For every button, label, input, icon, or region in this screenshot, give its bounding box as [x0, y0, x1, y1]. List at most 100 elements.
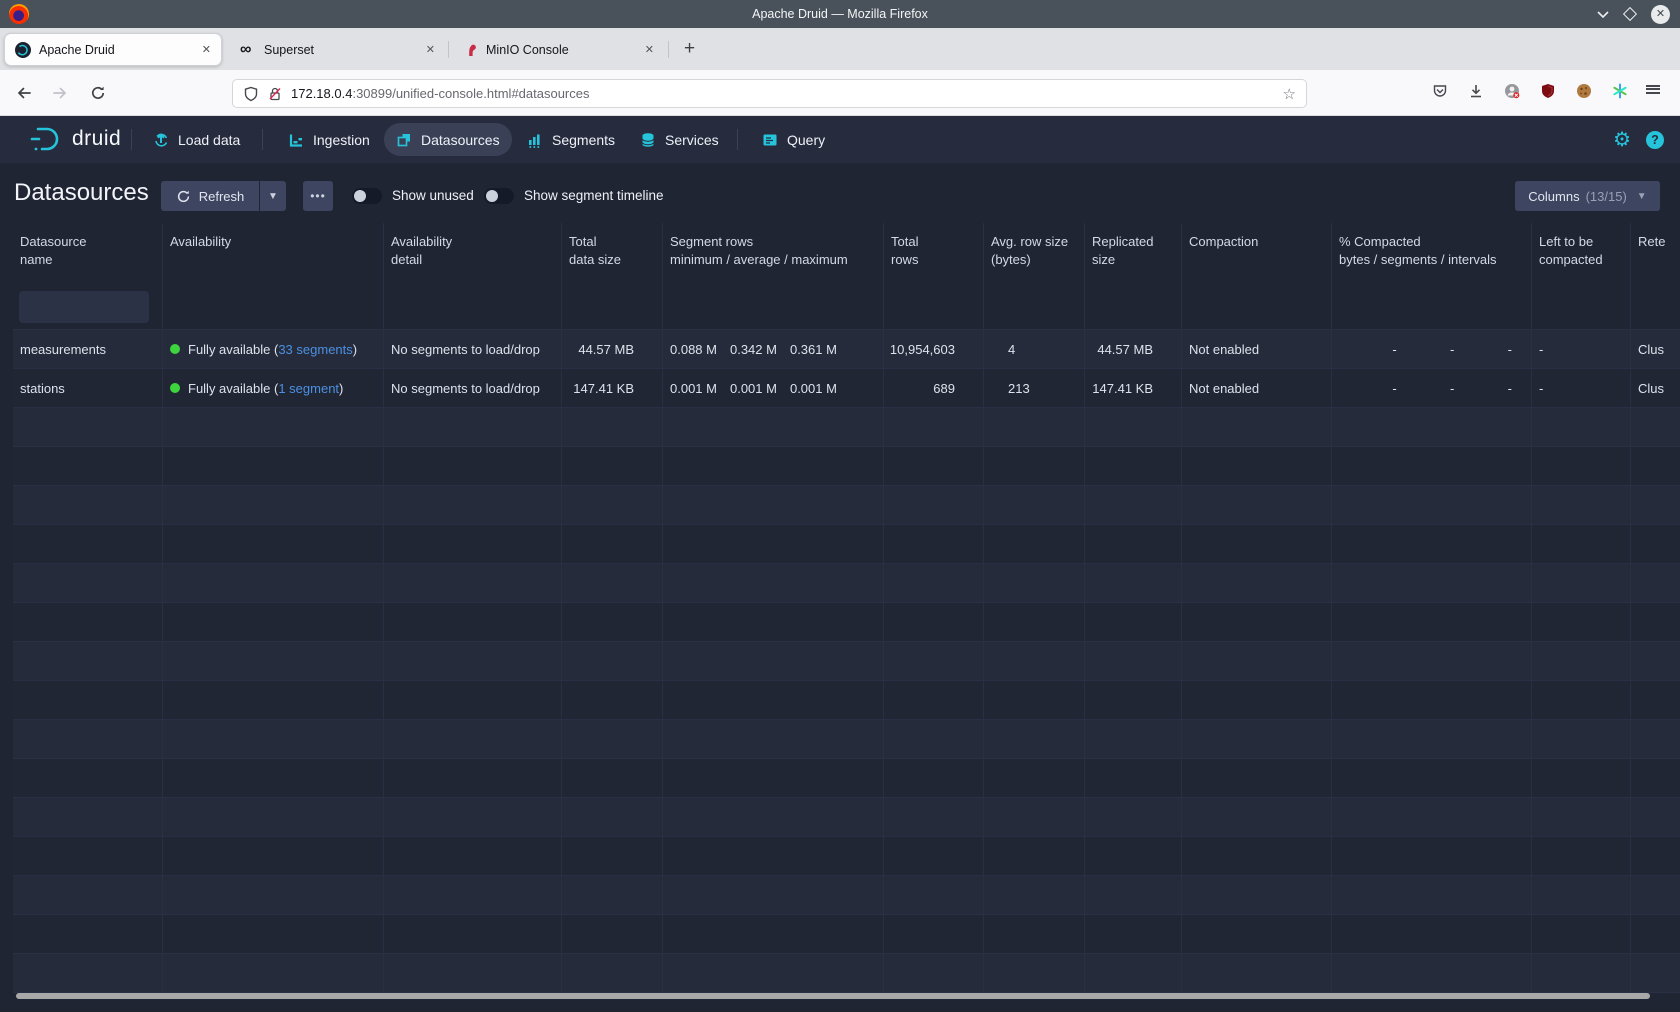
new-tab-button[interactable]: +: [684, 38, 695, 60]
tab-label: Apache Druid: [39, 43, 190, 57]
datasources-icon: [396, 132, 412, 148]
cell-col10: -: [1532, 330, 1631, 369]
filter-cell-3: [562, 286, 663, 330]
downloads-icon[interactable]: [1466, 81, 1486, 101]
table-header-row: DatasourcenameAvailabilityAvailabilityde…: [13, 223, 1680, 286]
column-header-7[interactable]: Replicatedsize: [1085, 223, 1182, 286]
url-bar[interactable]: 172.18.0.4:30899/unified-console.html#da…: [232, 79, 1307, 108]
forward-button[interactable]: [52, 82, 74, 104]
cell-col2: No segments to load/drop: [384, 330, 562, 369]
tab-separator: [448, 41, 449, 58]
pocket-icon[interactable]: [1430, 81, 1450, 101]
cell-col9: ---: [1332, 330, 1532, 369]
load-data-icon: [153, 132, 169, 148]
table-filter-row: [13, 286, 1680, 330]
tab-close-icon[interactable]: ✕: [645, 43, 654, 56]
empty-row: [13, 759, 1680, 798]
nav-item-segments[interactable]: Segments: [515, 123, 627, 156]
tab-minio-console[interactable]: MinIO Console ✕: [452, 33, 664, 66]
datasource-row-measurements[interactable]: measurementsFully available (33 segments…: [13, 330, 1680, 369]
chevron-down-icon: ▼: [1637, 191, 1647, 202]
datasource-row-stations[interactable]: stationsFully available (1 segment)No se…: [13, 369, 1680, 408]
empty-row: [13, 915, 1680, 954]
cell-col8: Not enabled: [1182, 369, 1332, 408]
cell-col10: -: [1532, 369, 1631, 408]
cell-col3: 147.41 KB: [562, 369, 663, 408]
availability-status-dot: [170, 383, 180, 393]
tab-close-icon[interactable]: ✕: [426, 43, 435, 56]
datasources-table: DatasourcenameAvailabilityAvailabilityde…: [13, 223, 1680, 993]
cell-col11: Clus: [1631, 330, 1680, 369]
column-header-4[interactable]: Segment rowsminimum / average / maximum: [663, 223, 884, 286]
tab-superset[interactable]: ∞ Superset ✕: [230, 33, 445, 66]
column-header-2[interactable]: Availabilitydetail: [384, 223, 562, 286]
columns-button[interactable]: Columns (13/15) ▼: [1515, 181, 1660, 211]
reload-button[interactable]: [90, 82, 112, 104]
settings-gear-icon[interactable]: ⚙: [1613, 130, 1631, 150]
nav-item-load-data[interactable]: Load data: [141, 123, 252, 156]
bookmark-star-icon[interactable]: ☆: [1283, 85, 1296, 103]
tab-close-icon[interactable]: ✕: [202, 43, 211, 56]
ublock-icon[interactable]: [1538, 81, 1558, 101]
help-icon[interactable]: ?: [1646, 131, 1664, 149]
column-header-1[interactable]: Availability: [163, 223, 384, 286]
horizontal-scrollbar-thumb[interactable]: [16, 993, 1650, 999]
segments-link[interactable]: 1 segment: [278, 381, 339, 396]
column-header-8[interactable]: Compaction: [1182, 223, 1332, 286]
page-title: Datasources: [14, 179, 149, 207]
empty-row: [13, 603, 1680, 642]
nav-item-ingestion[interactable]: Ingestion: [276, 123, 382, 156]
refresh-button[interactable]: Refresh: [161, 181, 259, 211]
empty-row: [13, 720, 1680, 759]
more-options-button[interactable]: •••: [303, 181, 333, 211]
datasource-name-filter-input[interactable]: [19, 291, 149, 323]
cell-col1: Fully available (33 segments): [163, 330, 384, 369]
empty-row: [13, 564, 1680, 603]
back-button[interactable]: [16, 82, 38, 104]
filter-cell-0: [13, 286, 163, 330]
empty-row: [13, 837, 1680, 876]
cell-col0: measurements: [13, 330, 163, 369]
cell-col4: 0.001 M0.001 M0.001 M: [663, 369, 884, 408]
window-close-icon[interactable]: ✕: [1651, 5, 1670, 24]
page-header: Datasources Refresh ▼ ••• Show unused Sh…: [0, 163, 1680, 223]
column-header-11[interactable]: Rete: [1631, 223, 1680, 286]
menu-hamburger-icon[interactable]: [1646, 81, 1666, 101]
empty-row: [13, 642, 1680, 681]
nav-item-query[interactable]: Query: [750, 123, 837, 156]
column-header-3[interactable]: Totaldata size: [562, 223, 663, 286]
account-extension-icon[interactable]: [1502, 81, 1522, 101]
empty-row: [13, 447, 1680, 486]
cell-col1: Fully available (1 segment): [163, 369, 384, 408]
column-header-5[interactable]: Totalrows: [884, 223, 984, 286]
extension-asterisk-icon[interactable]: [1610, 81, 1630, 101]
window-minimize-icon[interactable]: [1597, 10, 1609, 18]
filter-cell-9: [1332, 286, 1532, 330]
column-header-0[interactable]: Datasourcename: [13, 223, 163, 286]
column-header-9[interactable]: % Compactedbytes / segments / intervals: [1332, 223, 1532, 286]
druid-logo[interactable]: druid: [28, 124, 121, 154]
tab-apache-druid[interactable]: Apache Druid ✕: [4, 33, 222, 66]
druid-favicon-icon: [15, 42, 31, 58]
nav-item-datasources[interactable]: Datasources: [384, 123, 512, 156]
browser-toolbar: 172.18.0.4:30899/unified-console.html#da…: [0, 70, 1680, 116]
services-icon: [640, 132, 656, 148]
window-maximize-icon[interactable]: [1623, 7, 1637, 21]
show-unused-toggle[interactable]: [352, 188, 382, 204]
window-title: Apache Druid — Mozilla Firefox: [0, 7, 1680, 21]
nav-item-services[interactable]: Services: [628, 123, 731, 156]
insecure-lock-icon[interactable]: [267, 86, 283, 102]
druid-wordmark: druid: [72, 127, 121, 151]
column-header-6[interactable]: Avg. row size(bytes): [984, 223, 1085, 286]
show-segment-timeline-toggle[interactable]: [484, 188, 514, 204]
cookie-icon[interactable]: [1574, 81, 1594, 101]
minio-favicon-icon: [462, 42, 478, 58]
show-unused-label: Show unused: [392, 188, 474, 203]
tab-label: Superset: [264, 43, 414, 57]
shield-icon[interactable]: [243, 86, 259, 102]
cell-col2: No segments to load/drop: [384, 369, 562, 408]
segments-link[interactable]: 33 segments: [278, 342, 352, 357]
column-header-10[interactable]: Left to becompacted: [1532, 223, 1631, 286]
refresh-dropdown-caret[interactable]: ▼: [260, 181, 286, 211]
cell-col4: 0.088 M0.342 M0.361 M: [663, 330, 884, 369]
